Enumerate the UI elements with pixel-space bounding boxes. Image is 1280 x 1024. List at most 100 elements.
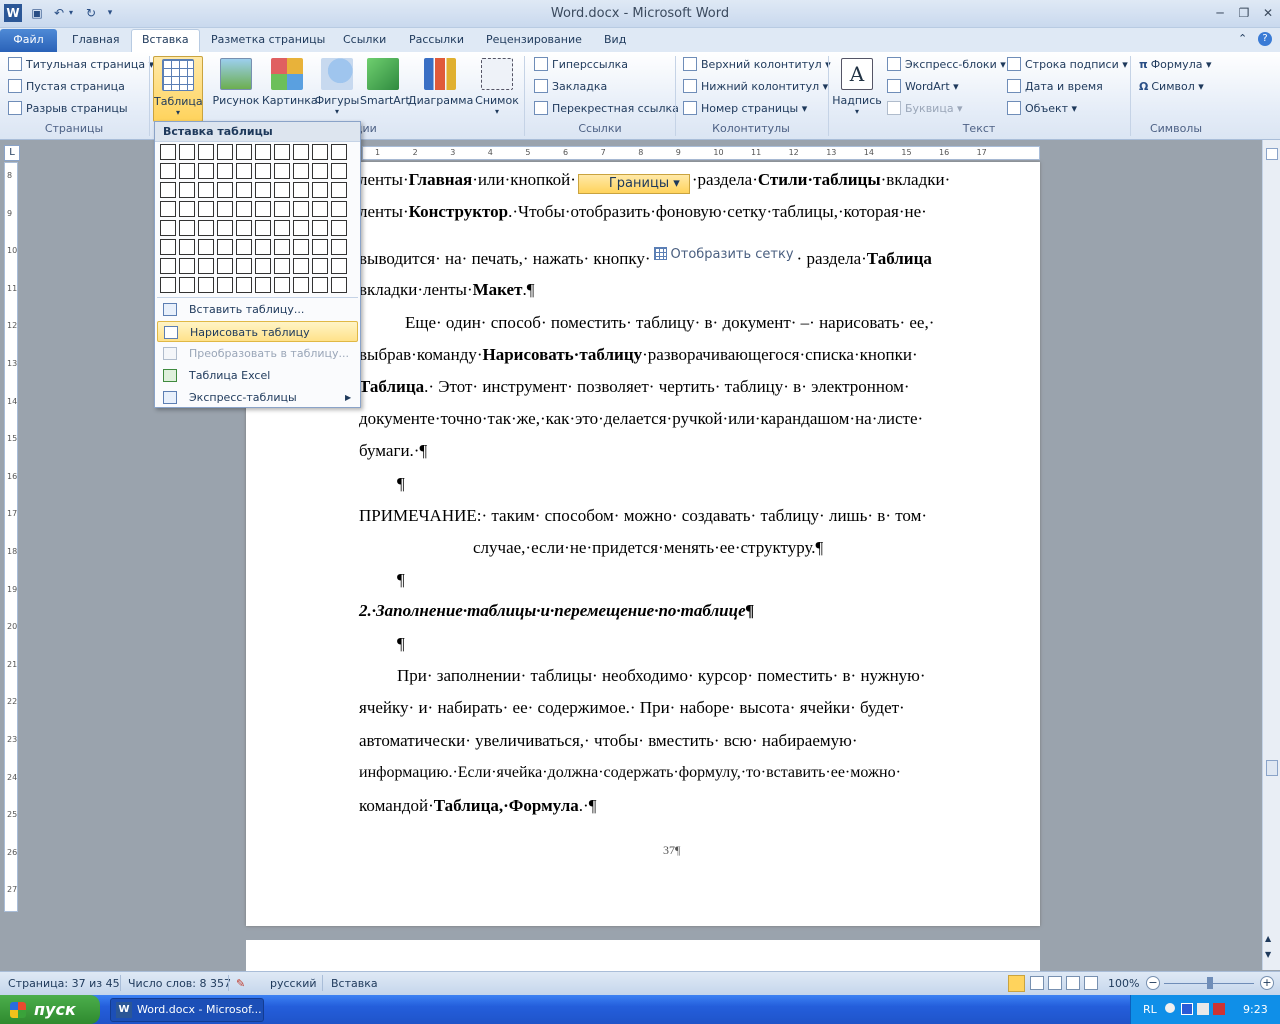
scroll-thumb[interactable] — [1266, 760, 1278, 776]
grid-cell[interactable] — [217, 258, 233, 274]
grid-cell[interactable] — [160, 258, 176, 274]
date-time-button[interactable]: Дата и время — [1007, 77, 1103, 97]
proofing-icon[interactable]: ✎ — [236, 977, 245, 990]
tab-mailings[interactable]: Рассылки — [399, 30, 474, 52]
close-icon[interactable]: ✕ — [1256, 4, 1280, 22]
grid-cell[interactable] — [160, 182, 176, 198]
minimize-icon[interactable]: ─ — [1208, 4, 1232, 22]
restore-icon[interactable]: ❐ — [1232, 4, 1256, 22]
footer-button[interactable]: Нижний колонтитул ▾ — [683, 77, 828, 97]
bookmark-button[interactable]: Закладка — [534, 77, 607, 97]
grid-cell[interactable] — [312, 258, 328, 274]
grid-cell[interactable] — [198, 201, 214, 217]
grid-cell[interactable] — [198, 163, 214, 179]
grid-cell[interactable] — [312, 277, 328, 293]
grid-cell[interactable] — [236, 220, 252, 236]
prev-page-icon[interactable]: ▲ — [1265, 934, 1271, 943]
grid-cell[interactable] — [236, 144, 252, 160]
web-layout-icon[interactable] — [1048, 976, 1062, 990]
grid-cell[interactable] — [274, 239, 290, 255]
grid-cell[interactable] — [255, 201, 271, 217]
grid-cell[interactable] — [331, 182, 347, 198]
grid-cell[interactable] — [217, 277, 233, 293]
outline-icon[interactable] — [1066, 976, 1080, 990]
grid-cell[interactable] — [179, 258, 195, 274]
excel-table-item[interactable]: Таблица Excel — [157, 365, 358, 386]
minimize-ribbon-icon[interactable]: ⌃ — [1238, 32, 1247, 45]
grid-cell[interactable] — [217, 163, 233, 179]
next-page-icon[interactable]: ▼ — [1265, 950, 1271, 959]
security-icon[interactable] — [1213, 1003, 1225, 1015]
zoom-in-icon[interactable]: + — [1260, 976, 1274, 990]
taskbar-item-word[interactable]: Word.docx - Microsof... — [110, 998, 264, 1022]
print-layout-icon[interactable] — [1008, 975, 1025, 992]
grid-cell[interactable] — [236, 201, 252, 217]
grid-cell[interactable] — [255, 220, 271, 236]
grid-cell[interactable] — [331, 239, 347, 255]
tab-references[interactable]: Ссылки — [333, 30, 396, 52]
grid-cell[interactable] — [255, 277, 271, 293]
grid-cell[interactable] — [236, 239, 252, 255]
word-app-icon[interactable]: W — [4, 4, 22, 22]
hyperlink-button[interactable]: Гиперссылка — [534, 55, 628, 75]
zoom-level[interactable]: 100% — [1108, 977, 1139, 990]
grid-cell[interactable] — [274, 220, 290, 236]
grid-cell[interactable] — [179, 144, 195, 160]
convert-to-table-item[interactable]: Преобразовать в таблицу... — [157, 343, 358, 364]
blank-page-button[interactable]: Пустая страница — [8, 77, 125, 97]
picture-button[interactable]: Рисунок — [212, 56, 260, 107]
dropcap-button[interactable]: Буквица ▾ — [887, 99, 963, 119]
grid-cell[interactable] — [312, 220, 328, 236]
grid-cell[interactable] — [198, 239, 214, 255]
cover-page-button[interactable]: Титульная страница ▾ — [8, 55, 154, 75]
customize-qat-icon[interactable]: ▾ — [104, 4, 116, 22]
draw-table-item[interactable]: Нарисовать таблицу — [157, 321, 358, 342]
save-icon[interactable]: ▣ — [28, 4, 46, 22]
grid-cell[interactable] — [160, 163, 176, 179]
grid-cell[interactable] — [198, 277, 214, 293]
tray-help-icon[interactable] — [1165, 1003, 1175, 1013]
ruler-toggle-icon[interactable] — [1266, 148, 1278, 160]
grid-cell[interactable] — [255, 258, 271, 274]
grid-cell[interactable] — [236, 182, 252, 198]
page-break-button[interactable]: Разрыв страницы — [8, 99, 128, 119]
grid-cell[interactable] — [236, 258, 252, 274]
word-count[interactable]: Число слов: 8 357 — [128, 977, 231, 990]
grid-cell[interactable] — [255, 144, 271, 160]
grid-cell[interactable] — [293, 220, 309, 236]
vertical-scrollbar[interactable]: ▲ ▼ — [1262, 140, 1280, 970]
grid-cell[interactable] — [312, 144, 328, 160]
grid-cell[interactable] — [274, 144, 290, 160]
grid-cell[interactable] — [293, 239, 309, 255]
grid-cell[interactable] — [293, 277, 309, 293]
tab-page-layout[interactable]: Разметка страницы — [201, 30, 335, 52]
grid-cell[interactable] — [274, 258, 290, 274]
help-icon[interactable]: ? — [1258, 32, 1272, 46]
tab-insert[interactable]: Вставка — [131, 29, 200, 52]
grid-cell[interactable] — [331, 258, 347, 274]
zoom-slider-thumb[interactable] — [1207, 977, 1213, 989]
grid-cell[interactable] — [198, 258, 214, 274]
redo-icon[interactable]: ↻ — [82, 4, 100, 22]
language-indicator[interactable]: русский — [270, 977, 317, 990]
tab-selector[interactable]: L — [4, 145, 20, 161]
horizontal-ruler[interactable]: 1 2 3 4 5 6 7 8 9 10 11 12 13 14 15 16 17 — [362, 146, 1040, 160]
grid-cell[interactable] — [312, 201, 328, 217]
grid-cell[interactable] — [312, 239, 328, 255]
grid-cell[interactable] — [160, 220, 176, 236]
grid-cell[interactable] — [274, 182, 290, 198]
grid-cell[interactable] — [274, 163, 290, 179]
grid-cell[interactable] — [160, 239, 176, 255]
quick-tables-item[interactable]: Экспресс-таблицы ▶ — [157, 387, 358, 408]
grid-cell[interactable] — [312, 163, 328, 179]
grid-cell[interactable] — [236, 277, 252, 293]
grid-cell[interactable] — [217, 201, 233, 217]
grid-cell[interactable] — [179, 277, 195, 293]
grid-cell[interactable] — [274, 201, 290, 217]
grid-cell[interactable] — [331, 163, 347, 179]
smartart-button[interactable]: SmartArt — [360, 56, 410, 107]
tab-review[interactable]: Рецензирование — [476, 30, 592, 52]
clipart-button[interactable]: Картинка — [262, 56, 318, 107]
grid-cell[interactable] — [293, 182, 309, 198]
grid-cell[interactable] — [160, 201, 176, 217]
